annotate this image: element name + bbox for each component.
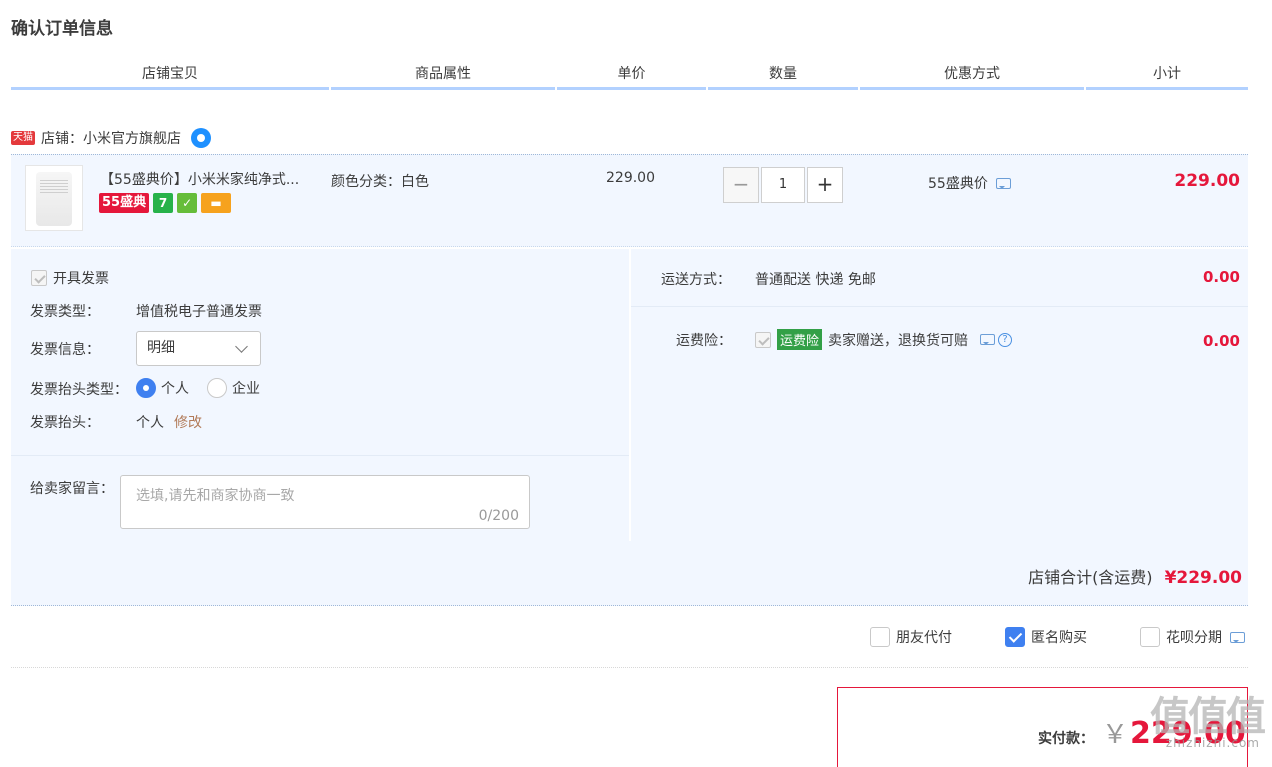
quantity-stepper: − 1 +: [723, 167, 843, 203]
column-header-row: 店铺宝贝 商品属性 单价 数量 优惠方式 小计: [11, 62, 1248, 90]
shop-total: 店铺合计(含运费) ¥229.00: [1028, 564, 1242, 588]
huabei-checkbox[interactable]: [1140, 627, 1160, 647]
invoice-edit-link[interactable]: 修改: [174, 415, 202, 431]
shop-total-amount: ¥229.00: [1164, 568, 1242, 588]
shop-total-label: 店铺合计(含运费): [1028, 568, 1153, 587]
item-subtotal: 229.00: [1174, 171, 1240, 191]
huabei-label[interactable]: 花呗分期: [1166, 627, 1222, 647]
watermark-site: zhizhizhi.com: [1165, 736, 1260, 750]
shop-total-bar: 店铺合计(含运费) ¥229.00: [11, 541, 1248, 606]
watermark-logo: 值值值: [1150, 694, 1266, 740]
invoice-title-type-label: 发票抬头类型：: [30, 382, 128, 398]
actual-payment-label: 实付款：: [1038, 731, 1094, 747]
friend-pay-checkbox[interactable]: [870, 627, 890, 647]
insurance-fee: 0.00: [1202, 332, 1240, 350]
huabei-installment-option[interactable]: 花呗分期: [1140, 627, 1245, 647]
product-attribute: 颜色分类：白色: [331, 174, 429, 190]
shop-row: 天猫 店铺：小米官方旗舰店: [11, 126, 211, 150]
open-invoice-label: 开具发票: [53, 271, 109, 287]
invoice-title-type-options: 个人 企业: [136, 378, 260, 398]
shipping-fee: 0.00: [1202, 268, 1240, 286]
page-title: 确认订单信息: [11, 19, 113, 39]
comment-icon[interactable]: [995, 177, 1011, 189]
insurance-tag: 运费险: [777, 329, 823, 350]
column-header-subtotal: 小计: [1086, 62, 1248, 90]
seller-message-label: 给卖家留言：: [30, 481, 114, 497]
product-thumbnail[interactable]: [25, 165, 83, 231]
product-badges: 55盛典 7 ✓ ▬: [99, 193, 232, 213]
insurance-checkbox[interactable]: [755, 331, 771, 348]
comment-icon[interactable]: [1230, 631, 1245, 643]
wangwang-chat-icon[interactable]: [191, 128, 211, 148]
tmall-icon: 天猫: [11, 131, 35, 145]
invoice-type-value: 增值税电子普通发票: [136, 304, 262, 320]
unit-price: 229.00: [606, 170, 655, 186]
personal-radio[interactable]: [136, 378, 156, 398]
invoice-title-value: 个人: [136, 415, 164, 431]
anonymous-purchase-label[interactable]: 匿名购买: [1031, 627, 1087, 647]
invoice-type-label: 发票类型：: [30, 304, 100, 320]
personal-radio-label[interactable]: 个人: [161, 378, 189, 398]
friend-pay-label[interactable]: 朋友代付: [896, 627, 952, 647]
company-radio-label[interactable]: 企业: [232, 378, 260, 398]
insurance-description: 卖家赠送，退换货可赔: [828, 332, 969, 349]
discount-method: 55盛典价: [928, 173, 1011, 193]
product-name-link[interactable]: 【55盛典价】小米米家纯净式...: [100, 169, 299, 189]
shipping-insurance-label: 运费险：: [676, 333, 732, 349]
shipping-divider: [631, 306, 1248, 307]
message-char-counter: 0/200: [478, 508, 519, 524]
anonymous-purchase-option[interactable]: 匿名购买: [1005, 627, 1087, 647]
invoice-info-label: 发票信息：: [30, 342, 100, 358]
column-header-shop-item: 店铺宝贝: [11, 62, 329, 90]
order-item-row: 【55盛典价】小米米家纯净式... 55盛典 7 ✓ ▬ 颜色分类：白色 229…: [11, 154, 1248, 247]
invoice-panel: 开具发票 发票类型： 增值税电子普通发票 发票信息： 明细 发票抬头类型： 个人…: [11, 249, 629, 541]
seller-message-input[interactable]: 选填,请先和商家协商一致 0/200: [120, 475, 530, 529]
festival-55-badge: 55盛典: [99, 193, 150, 213]
comment-icon[interactable]: [980, 334, 996, 345]
quantity-input[interactable]: 1: [761, 167, 805, 203]
column-header-quantity: 数量: [708, 62, 858, 90]
shipping-method-value: 普通配送 快递 免邮: [755, 272, 876, 288]
help-icon[interactable]: ?: [998, 332, 1013, 347]
column-header-discount: 优惠方式: [860, 62, 1084, 90]
open-invoice-row: 开具发票: [31, 268, 109, 288]
shop-name[interactable]: 店铺：小米官方旗舰店: [41, 128, 181, 148]
seller-message-placeholder: 选填,请先和商家协商一致: [136, 488, 295, 504]
column-header-attributes: 商品属性: [331, 62, 555, 90]
friend-pay-option[interactable]: 朋友代付: [870, 627, 952, 647]
invoice-divider: [11, 455, 629, 456]
invoice-info-select[interactable]: 明细: [136, 331, 261, 366]
invoice-title-label: 发票抬头：: [30, 415, 100, 431]
guarantee-icon: ✓: [177, 193, 198, 213]
quantity-decrease-button[interactable]: −: [723, 167, 759, 203]
currency-symbol: ￥: [1102, 720, 1129, 750]
quantity-increase-button[interactable]: +: [807, 167, 843, 203]
anonymous-purchase-checkbox[interactable]: [1005, 627, 1025, 647]
column-header-unit-price: 单价: [557, 62, 706, 90]
shipping-panel: 运送方式： 普通配送 快递 免邮 0.00 运费险： 运费险 卖家赠送，退换货可…: [631, 249, 1248, 541]
invoice-title-row: 个人 修改: [136, 412, 202, 432]
shipping-insurance-row: 运费险 卖家赠送，退换货可赔 ?: [755, 329, 1013, 350]
options-divider: [11, 667, 1248, 668]
discount-label: 55盛典价: [928, 176, 988, 192]
seven-day-return-icon: 7: [153, 193, 174, 213]
credit-card-icon: ▬: [201, 193, 232, 213]
company-radio[interactable]: [207, 378, 227, 398]
open-invoice-checkbox[interactable]: [31, 270, 47, 286]
shipping-method-label: 运送方式：: [661, 272, 731, 288]
